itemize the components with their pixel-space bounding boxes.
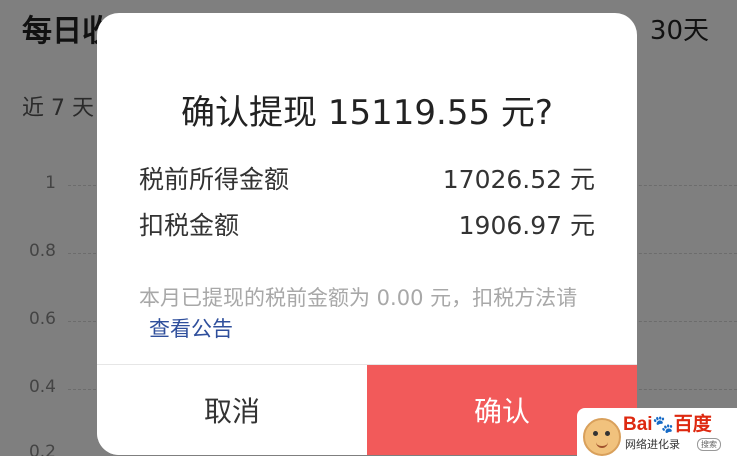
- view-announcement-link[interactable]: 查看公告: [149, 317, 233, 341]
- mascot-icon: [583, 418, 621, 456]
- watermark-slogan: 网络进化录: [625, 438, 680, 451]
- watermark-search-badge: 搜索: [697, 438, 721, 451]
- tax-note: 本月已提现的税前金额为 0.00 元，扣税方法请查看公告: [139, 283, 597, 345]
- tax-amount-label: 扣税金额: [139, 211, 240, 240]
- pretax-amount-value: 17026.52 元: [442, 165, 595, 194]
- baidu-logo: Bai🐾百度: [623, 414, 712, 435]
- paw-icon: 🐾: [652, 415, 674, 434]
- dialog-title: 确认提现 15119.55 元?: [181, 93, 553, 133]
- tax-note-text: 本月已提现的税前金额为 0.00 元，扣税方法请: [139, 286, 578, 310]
- screen: 每日收益 30天 近 7 天 1 0.8 0.6 0.4 0.2 确认提现 15…: [0, 0, 737, 456]
- cancel-button[interactable]: 取消: [97, 365, 367, 455]
- pretax-amount-label: 税前所得金额: [139, 165, 290, 194]
- baidu-watermark: Bai🐾百度 网络进化录 搜索: [577, 408, 737, 456]
- tax-amount-value: 1906.97 元: [458, 211, 595, 240]
- withdraw-confirm-dialog: 确认提现 15119.55 元? 税前所得金额 17026.52 元 扣税金额 …: [97, 13, 637, 455]
- dialog-actions: 取消 确认: [97, 364, 637, 455]
